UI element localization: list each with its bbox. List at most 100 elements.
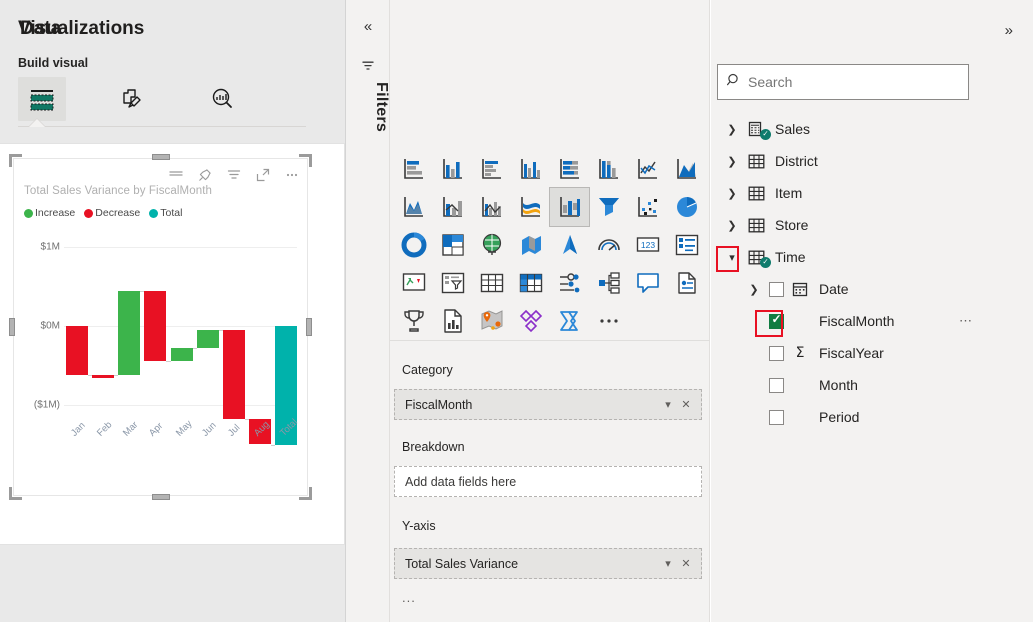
- tree-item-item[interactable]: ❯Item: [711, 177, 1033, 209]
- well-category[interactable]: FiscalMonth ▾ ✕: [394, 389, 702, 420]
- viz-type-area-chart[interactable]: [667, 150, 706, 188]
- viz-type-paginated-report[interactable]: [667, 264, 706, 302]
- selection-handle-bottom[interactable]: [152, 494, 170, 500]
- waterfall-bar[interactable]: [171, 348, 193, 361]
- field-checkbox[interactable]: [765, 378, 787, 393]
- viz-type-decomposition-tree[interactable]: [550, 264, 589, 302]
- close-icon[interactable]: ✕: [677, 557, 695, 570]
- chevron-double-right-icon[interactable]: »: [1005, 22, 1013, 39]
- viz-type-stacked-area-chart[interactable]: [394, 188, 433, 226]
- viz-type-map[interactable]: [472, 226, 511, 264]
- waterfall-bar[interactable]: [197, 330, 219, 348]
- build-visual-tabs[interactable]: [18, 76, 304, 122]
- viz-type-table[interactable]: [472, 264, 511, 302]
- search-box[interactable]: [717, 64, 969, 100]
- viz-type-stacked-bar-chart[interactable]: [394, 150, 433, 188]
- viz-type-power-automate[interactable]: [550, 302, 589, 340]
- field-checkbox[interactable]: [765, 410, 787, 425]
- chevron-right-icon[interactable]: ❯: [721, 155, 743, 168]
- viz-type-line-and-clustered-column-chart[interactable]: [472, 188, 511, 226]
- viz-type-funnel-chart[interactable]: [589, 188, 628, 226]
- selection-handle-left[interactable]: [9, 318, 15, 336]
- chevron-right-icon[interactable]: ❯: [721, 123, 743, 136]
- selection-handle-top[interactable]: [152, 154, 170, 160]
- viz-type-kpi[interactable]: [394, 264, 433, 302]
- viz-type-line-and-stacked-column-chart[interactable]: [433, 188, 472, 226]
- tree-item-store[interactable]: ❯Store: [711, 209, 1033, 241]
- viz-type-matrix[interactable]: [511, 264, 550, 302]
- chevron-right-icon[interactable]: ❯: [721, 187, 743, 200]
- chevron-down-icon[interactable]: ▾: [659, 398, 677, 411]
- tree-item-district[interactable]: ❯District: [711, 145, 1033, 177]
- viz-type-waterfall-chart[interactable]: [550, 188, 589, 226]
- waterfall-bar[interactable]: [66, 326, 88, 375]
- selection-handle-bottom-right[interactable]: [299, 487, 312, 500]
- chevron-double-left-icon[interactable]: «: [346, 18, 390, 35]
- report-page[interactable]: Total Sales Variance by FiscalMonth Incr…: [0, 143, 345, 545]
- tree-item-fiscalyear[interactable]: ΣFiscalYear: [711, 337, 1033, 369]
- waterfall-bar[interactable]: [144, 291, 166, 361]
- viz-type-azure-map[interactable]: [550, 226, 589, 264]
- field-more-options-icon[interactable]: ⋯: [959, 313, 973, 329]
- viz-type-card[interactable]: 123: [628, 226, 667, 264]
- waterfall-bar[interactable]: [118, 291, 140, 375]
- tree-item-period[interactable]: Period: [711, 401, 1033, 433]
- well-yaxis[interactable]: Total Sales Variance ▾ ✕: [394, 548, 702, 579]
- more-options-icon[interactable]: [283, 166, 301, 184]
- viz-type-gauge-chart[interactable]: [589, 226, 628, 264]
- viz-type-pie-chart[interactable]: [667, 188, 706, 226]
- tree-item-time[interactable]: ▾✓Time: [711, 241, 1033, 273]
- focus-mode-icon[interactable]: [254, 166, 272, 184]
- tree-item-date[interactable]: ❯Date: [711, 273, 1033, 305]
- waterfall-bar[interactable]: [223, 330, 245, 419]
- viz-type-scatter-chart[interactable]: [628, 188, 667, 226]
- chevron-down-icon[interactable]: ▾: [659, 557, 677, 570]
- selection-handle-right[interactable]: [306, 318, 312, 336]
- pin-icon[interactable]: [196, 166, 214, 184]
- waterfall-plot-area[interactable]: $1M$0M($1M)JanFebMarAprMayJunJulAugTotal: [14, 159, 307, 495]
- filter-icon[interactable]: [225, 166, 243, 184]
- viz-type-stacked-column-chart[interactable]: [433, 150, 472, 188]
- viz-type-python-visual[interactable]: [433, 302, 472, 340]
- viz-type-hundred-percent-stacked-bar-chart[interactable]: [550, 150, 589, 188]
- more-wells-button[interactable]: ...: [402, 590, 416, 605]
- search-input[interactable]: [742, 73, 960, 91]
- field-checkbox[interactable]: [765, 282, 787, 297]
- well-breakdown[interactable]: Add data fields here: [394, 466, 702, 497]
- waterfall-visual-container[interactable]: Total Sales Variance by FiscalMonth Incr…: [13, 158, 308, 496]
- chevron-down-icon[interactable]: ▾: [721, 251, 743, 264]
- viz-type-ribbon-chart[interactable]: [511, 188, 550, 226]
- viz-type-arcgis-map[interactable]: [472, 302, 511, 340]
- chevron-right-icon[interactable]: ❯: [721, 219, 743, 232]
- viz-type-r-script-visual[interactable]: [394, 302, 433, 340]
- filters-pane-collapsed[interactable]: « Filters: [346, 0, 390, 622]
- chevron-right-icon[interactable]: ❯: [743, 283, 765, 296]
- waterfall-bar[interactable]: [92, 375, 114, 378]
- tree-item-month[interactable]: Month: [711, 369, 1033, 401]
- analytics-tab[interactable]: [198, 77, 246, 121]
- visual-header-icons[interactable]: [167, 163, 301, 187]
- visual-type-gallery[interactable]: 123: [394, 150, 706, 340]
- viz-type-smart-narrative[interactable]: [628, 264, 667, 302]
- tree-item-fiscalmonth[interactable]: FiscalMonth⋯: [711, 305, 1033, 337]
- selection-handle-top-left[interactable]: [9, 154, 22, 167]
- field-checkbox[interactable]: [765, 314, 787, 329]
- viz-type-more-visuals[interactable]: [589, 302, 628, 340]
- selection-handle-top-right[interactable]: [299, 154, 312, 167]
- viz-type-power-apps[interactable]: [511, 302, 550, 340]
- viz-type-slicer[interactable]: [433, 264, 472, 302]
- build-visual-tab[interactable]: [18, 77, 66, 121]
- viz-type-line-chart[interactable]: [628, 150, 667, 188]
- selection-handle-bottom-left[interactable]: [9, 487, 22, 500]
- viz-type-donut-chart[interactable]: [394, 226, 433, 264]
- close-icon[interactable]: ✕: [677, 398, 695, 411]
- viz-type-clustered-bar-chart[interactable]: [472, 150, 511, 188]
- viz-type-clustered-column-chart[interactable]: [511, 150, 550, 188]
- waterfall-visual[interactable]: Total Sales Variance by FiscalMonth Incr…: [13, 158, 308, 496]
- viz-type-key-influencers[interactable]: [589, 264, 628, 302]
- field-checkbox[interactable]: [765, 346, 787, 361]
- tree-item-sales[interactable]: ❯✓Sales: [711, 113, 1033, 145]
- more-lines-icon[interactable]: [167, 166, 185, 184]
- viz-type-filled-map[interactable]: [511, 226, 550, 264]
- viz-type-multi-row-card[interactable]: [667, 226, 706, 264]
